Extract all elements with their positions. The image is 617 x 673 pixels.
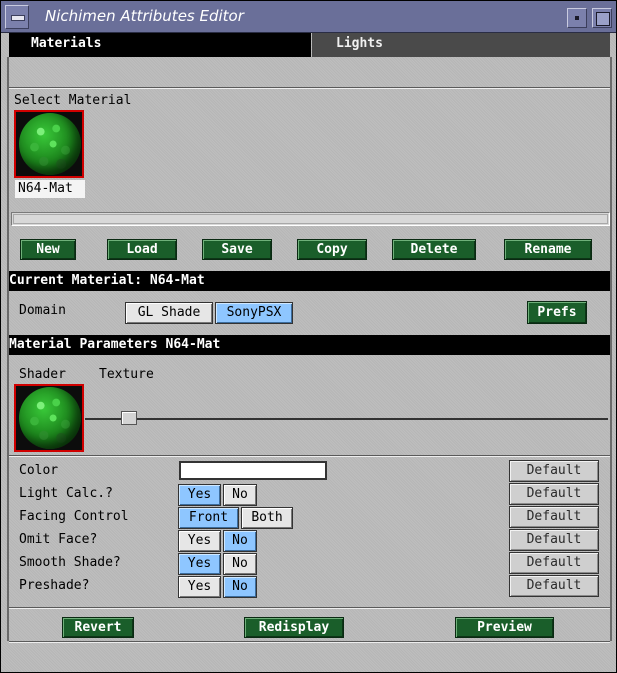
smooth-shade-no-button[interactable]: No — [223, 553, 257, 575]
divider — [9, 641, 610, 643]
shader-sphere-icon — [19, 387, 81, 449]
preview-button[interactable]: Preview — [455, 617, 554, 638]
current-material-header: Current Material: N64-Mat — [9, 271, 610, 291]
preshade-default-button[interactable]: Default — [509, 575, 599, 597]
facing-both-button[interactable]: Both — [241, 507, 293, 529]
facing-control-default-button[interactable]: Default — [509, 506, 599, 528]
preshade-yes-button[interactable]: Yes — [178, 576, 221, 598]
texture-label: Texture — [99, 367, 154, 382]
new-button[interactable]: New — [20, 239, 76, 260]
tab-lights[interactable]: Lights — [312, 33, 610, 57]
shader-thumbnail[interactable] — [14, 384, 84, 452]
maximize-icon[interactable] — [592, 8, 612, 28]
color-default-button[interactable]: Default — [509, 460, 599, 482]
color-swatch[interactable] — [179, 461, 327, 480]
facing-front-button[interactable]: Front — [178, 507, 239, 529]
minimize-icon[interactable] — [567, 8, 587, 28]
revert-button[interactable]: Revert — [62, 617, 134, 638]
divider — [9, 87, 610, 89]
domain-label: Domain — [19, 303, 66, 318]
color-label: Color — [19, 463, 59, 478]
light-calc-label: Light Calc.? — [19, 486, 113, 501]
delete-button[interactable]: Delete — [392, 239, 476, 260]
texture-slider-track[interactable] — [85, 418, 608, 420]
save-button[interactable]: Save — [202, 239, 272, 260]
facing-control-label: Facing Control — [19, 509, 129, 524]
smooth-shade-default-button[interactable]: Default — [509, 552, 599, 574]
light-calc-yes-button[interactable]: Yes — [178, 484, 221, 506]
rename-button[interactable]: Rename — [504, 239, 592, 260]
divider — [9, 455, 610, 457]
light-calc-no-button[interactable]: No — [223, 484, 257, 506]
load-button[interactable]: Load — [107, 239, 177, 260]
copy-button[interactable]: Copy — [297, 239, 367, 260]
select-material-heading: Select Material — [14, 93, 132, 108]
smooth-shade-yes-button[interactable]: Yes — [178, 553, 221, 575]
prefs-button[interactable]: Prefs — [527, 301, 587, 324]
material-parameters-header: Material Parameters N64-Mat — [9, 335, 610, 355]
tab-materials[interactable]: Materials — [9, 33, 311, 57]
preshade-label: Preshade? — [19, 578, 90, 593]
omit-face-default-button[interactable]: Default — [509, 529, 599, 551]
smooth-shade-label: Smooth Shade? — [19, 555, 121, 570]
domain-gl-shade-button[interactable]: GL Shade — [125, 302, 213, 324]
material-sphere-icon — [19, 113, 81, 175]
preshade-no-button[interactable]: No — [223, 576, 257, 598]
material-list-scrollbar[interactable] — [11, 212, 610, 226]
omit-face-yes-button[interactable]: Yes — [178, 530, 221, 552]
light-calc-default-button[interactable]: Default — [509, 483, 599, 505]
window-menu-icon[interactable] — [5, 5, 29, 29]
omit-face-label: Omit Face? — [19, 532, 98, 547]
right-border — [610, 57, 612, 641]
material-name-label[interactable]: N64-Mat — [15, 180, 85, 198]
omit-face-no-button[interactable]: No — [223, 530, 257, 552]
title-bar[interactable]: Nichimen Attributes Editor — [1, 1, 616, 33]
window-title: Nichimen Attributes Editor — [45, 7, 244, 25]
material-thumbnail[interactable] — [14, 110, 84, 178]
divider — [9, 607, 610, 609]
shader-label: Shader — [19, 367, 66, 382]
editor-window: Nichimen Attributes Editor Materials Lig… — [0, 0, 617, 673]
domain-sonypsx-button[interactable]: SonyPSX — [215, 302, 293, 324]
redisplay-button[interactable]: Redisplay — [244, 617, 344, 638]
texture-slider-thumb[interactable] — [121, 411, 137, 425]
